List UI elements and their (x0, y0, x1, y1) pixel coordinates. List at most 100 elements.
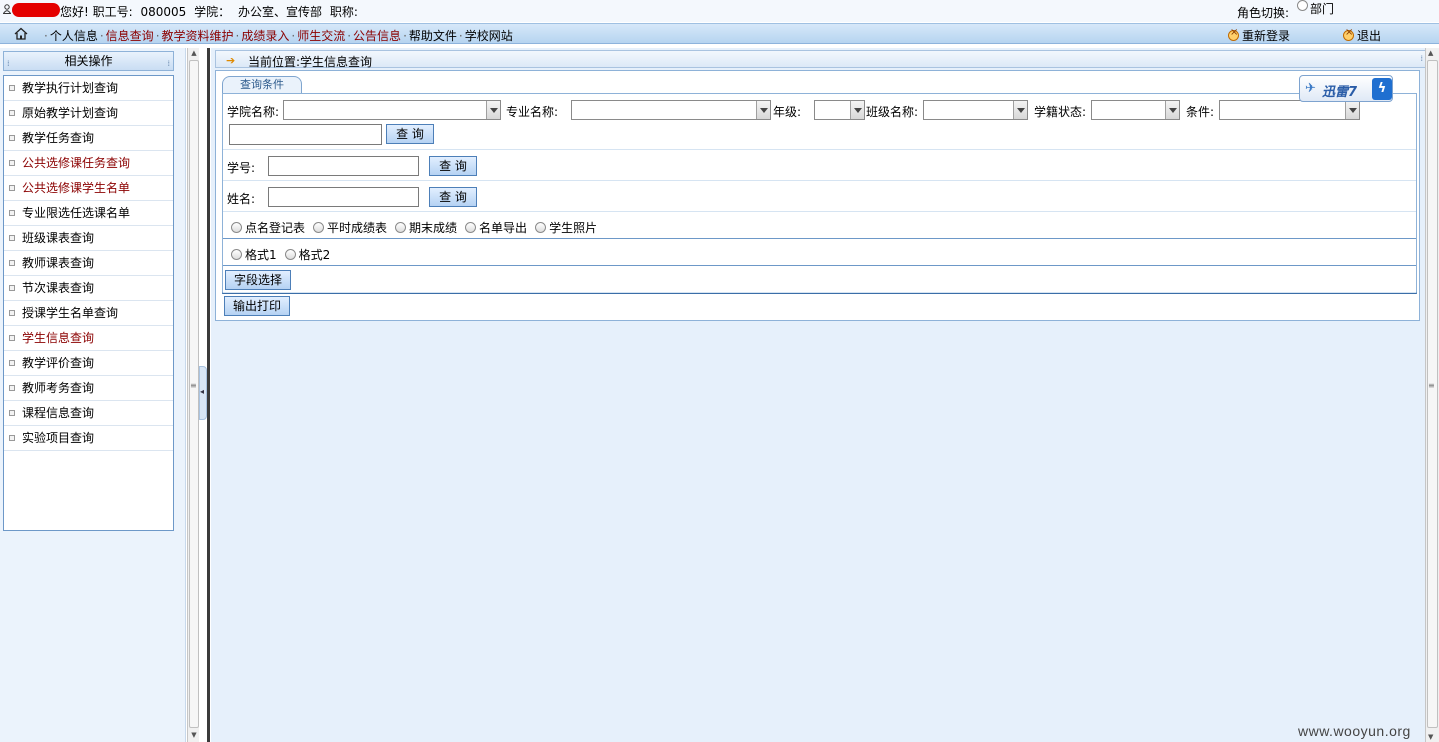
sidebar-scrollbar[interactable]: ▲ ≡ ▼ (187, 48, 199, 742)
sidebar-item-label: 班级课表查询 (22, 231, 95, 245)
radio-button[interactable] (395, 222, 407, 233)
query-by-id-button[interactable]: 查 询 (429, 156, 477, 176)
logout-icon (1343, 27, 1354, 41)
radio-button[interactable] (535, 222, 547, 233)
sidebar-item[interactable]: 教学执行计划查询 (4, 76, 173, 101)
query-by-name-button[interactable]: 查 询 (429, 187, 477, 207)
nav-item[interactable]: 个人信息 (50, 29, 98, 43)
college-select[interactable] (283, 100, 501, 120)
sidebar-item[interactable]: 原始教学计划查询 (4, 101, 173, 126)
collapse-sidebar-toggle[interactable]: ◂ (199, 366, 207, 420)
radio-option[interactable]: 平时成绩表 (313, 219, 387, 236)
logout-link[interactable]: 退出 (1343, 27, 1381, 44)
sidebar-item[interactable]: 教师考务查询 (4, 376, 173, 401)
bullet-icon (9, 135, 15, 141)
scroll-up-icon[interactable]: ▲ (189, 49, 199, 59)
nav-item[interactable]: 教学资料维护 (162, 29, 234, 43)
radio-option[interactable]: 学生照片 (535, 219, 597, 236)
radio-option[interactable]: 点名登记表 (231, 219, 305, 236)
bullet-icon (9, 185, 15, 191)
scroll-thumb[interactable] (189, 60, 199, 728)
sidebar-item-label: 原始教学计划查询 (22, 106, 119, 120)
sidebar-item-label: 教师考务查询 (22, 381, 95, 395)
radio-option[interactable]: 格式1 (231, 246, 277, 263)
sidebar-item[interactable]: 节次课表查询 (4, 276, 173, 301)
nav-item[interactable]: 公告信息 (353, 29, 401, 43)
radio-button[interactable] (465, 222, 477, 233)
scroll-down-icon[interactable]: ▼ (189, 731, 199, 741)
sidebar: ⁞ 相关操作 ⁞ 教学执行计划查询 原始教学计划查询 教学任务查询 公共选修课任务查询… (0, 48, 186, 742)
sidebar-item[interactable]: 学生信息查询 (4, 326, 173, 351)
nav-item[interactable]: 学校网站 (465, 29, 513, 43)
radio-label: 名单导出 (479, 221, 528, 235)
scroll-up-icon[interactable]: ▲ (1428, 49, 1433, 57)
radio-option[interactable]: 名单导出 (465, 219, 527, 236)
field-select-button[interactable]: 字段选择 (225, 270, 291, 290)
status-label: 学籍状态: (1034, 105, 1087, 119)
sidebar-item[interactable]: 公共选修课任务查询 (4, 151, 173, 176)
filter-row: 学院名称: 专业名称: 年级: 班级名称: 学籍状态: 条件: 查 询 (223, 94, 1416, 150)
role-radio[interactable] (1297, 0, 1308, 11)
condition-input[interactable] (229, 124, 382, 145)
redacted-name (12, 3, 60, 17)
sidebar-item[interactable]: 公共选修课学生名单 (4, 176, 173, 201)
grade-label: 年级: (773, 105, 802, 119)
sidebar-item-label: 授课学生名单查询 (22, 306, 119, 320)
radio-button[interactable] (231, 249, 242, 260)
main-scrollbar[interactable]: ▲ ≡ ▼ (1425, 48, 1439, 742)
sidebar-item[interactable]: 教师课表查询 (4, 251, 173, 276)
chevron-down-icon (850, 101, 864, 119)
sidebar-item[interactable]: 专业限选任选课名单 (4, 201, 173, 226)
status-select[interactable] (1091, 100, 1180, 120)
major-select[interactable] (571, 100, 771, 120)
sidebar-item[interactable]: 授课学生名单查询 (4, 301, 173, 326)
query-button[interactable]: 查 询 (386, 124, 434, 144)
bird-icon: ✈ (1305, 81, 1316, 96)
nav-item[interactable]: 师生交流 (297, 29, 345, 43)
sidebar-item[interactable]: 教学评价查询 (4, 351, 173, 376)
bullet-icon (9, 260, 15, 266)
bullet-icon (9, 285, 15, 291)
arrow-right-icon: ➔ (226, 54, 236, 67)
xunlei-badge[interactable]: ✈ 迅雷7 ϟ (1299, 75, 1393, 102)
name-input[interactable] (268, 187, 419, 207)
radio-option[interactable]: 格式2 (284, 246, 330, 263)
relogin-link[interactable]: 重新登录 (1228, 27, 1290, 44)
greeting-text: 您好! 职工号: (60, 5, 133, 19)
scroll-down-icon[interactable]: ▼ (1428, 733, 1433, 741)
chevron-down-icon (486, 101, 500, 119)
student-id-label: 学号: (227, 161, 256, 175)
radio-button[interactable] (313, 222, 325, 233)
sidebar-item[interactable]: 教学任务查询 (4, 126, 173, 151)
nav-item[interactable]: 帮助文件 (409, 29, 457, 43)
sidebar-item[interactable]: 班级课表查询 (4, 226, 173, 251)
divider (207, 48, 210, 742)
grade-select[interactable] (814, 100, 865, 120)
field-select-row: 字段选择 (223, 267, 1416, 293)
role-option-dept[interactable]: 部门 (1310, 0, 1334, 17)
grip-icon: ⁞ (7, 59, 10, 68)
sidebar-item-label: 课程信息查询 (22, 406, 95, 420)
nav-item[interactable]: 成绩录入 (241, 29, 289, 43)
role-switch-label: 角色切换: (1237, 6, 1290, 20)
nav-item[interactable]: 信息查询 (106, 29, 154, 43)
class-select[interactable] (923, 100, 1028, 120)
home-icon[interactable] (14, 27, 28, 40)
sidebar-item[interactable]: 实验项目查询 (4, 426, 173, 451)
sidebar-item[interactable]: 课程信息查询 (4, 401, 173, 426)
sidebar-item-label: 学生信息查询 (22, 331, 95, 345)
sidebar-item-label: 教师课表查询 (22, 256, 95, 270)
scroll-thumb[interactable] (1427, 60, 1438, 728)
relogin-label: 重新登录 (1242, 29, 1291, 43)
radio-button[interactable] (284, 249, 296, 260)
sidebar-list: 教学执行计划查询原始教学计划查询 教学任务查询公共选修课任务查询 公共选修课学生名单… (3, 75, 174, 531)
bullet-icon (9, 435, 15, 441)
radio-button[interactable] (231, 222, 242, 233)
major-label: 专业名称: (506, 105, 559, 119)
radio-option[interactable]: 期末成绩 (395, 219, 457, 236)
tab-query-conditions[interactable]: 查询条件 (222, 76, 302, 93)
student-id-input[interactable] (268, 156, 419, 176)
condition-select[interactable] (1219, 100, 1360, 120)
sidebar-item-label: 教学任务查询 (22, 131, 95, 145)
print-button[interactable]: 输出打印 (224, 296, 290, 316)
